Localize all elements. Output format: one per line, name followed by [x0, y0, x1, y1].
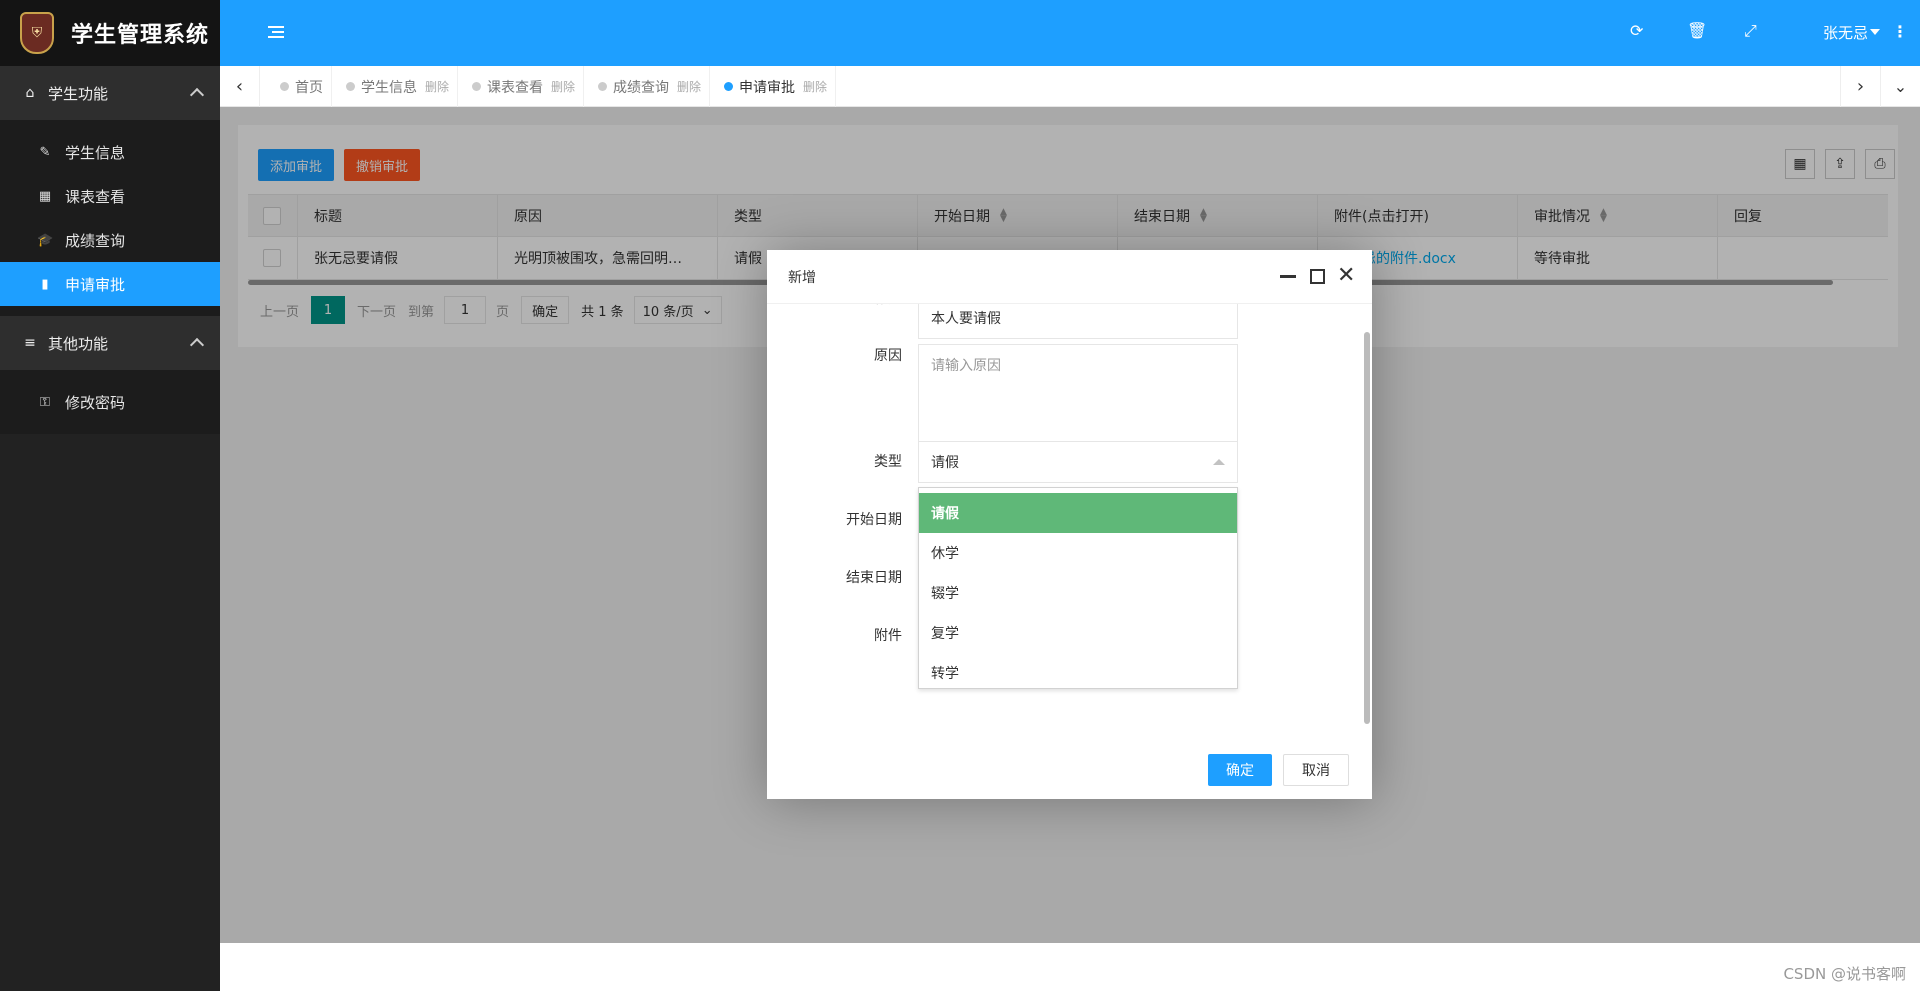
title-input[interactable]: 本人要请假: [918, 304, 1238, 339]
tab-student-info[interactable]: 学生信息 删除: [332, 66, 459, 107]
maximize-icon[interactable]: [1310, 269, 1325, 284]
watermark: CSDN @说书客啊: [1783, 965, 1906, 983]
close-icon[interactable]: ✕: [1337, 263, 1355, 288]
school-crest-icon: ⛨: [20, 12, 54, 54]
graduation-cap-icon: 🎓: [37, 232, 54, 248]
sidebar-item-label: 成绩查询: [65, 231, 126, 250]
end-date-label: 结束日期: [846, 570, 902, 586]
option-transfer[interactable]: 转学: [919, 653, 1237, 688]
tabs-bar: ‹ 首页 学生信息 删除 课表查看 删除 成绩查询 删除 申请审批 删除 › ⌄: [220, 66, 1920, 107]
tab-label: 学生信息: [361, 79, 417, 96]
dialog-scrollbar[interactable]: [1364, 332, 1370, 724]
tab-label: 首页: [295, 79, 323, 96]
fullscreen-icon[interactable]: ⤢: [1744, 21, 1757, 41]
option-dropout[interactable]: 辍学: [919, 573, 1237, 613]
option-resume[interactable]: 复学: [919, 613, 1237, 653]
sidebar-item-student-info[interactable]: ✎ 学生信息: [0, 130, 220, 174]
start-date-label: 开始日期: [846, 512, 902, 528]
book-icon: ▮: [41, 276, 49, 292]
sidebar: ⛨ 学生管理系统 ⌂ 学生功能 ✎ 学生信息 ▦ 课表查看 🎓 成绩查询 ▮ 申…: [0, 0, 220, 991]
caret-down-icon[interactable]: [1870, 29, 1880, 35]
dialog-footer: 确定 取消: [767, 734, 1372, 799]
menu-group-label: 其他功能: [48, 334, 109, 353]
user-name[interactable]: 张无忌: [1823, 22, 1868, 43]
menu-group-student[interactable]: ⌂ 学生功能: [0, 66, 220, 120]
trash-icon[interactable]: 🗑: [1687, 21, 1707, 40]
reason-placeholder: 请输入原因: [931, 358, 1001, 374]
app-title: 学生管理系统: [71, 23, 210, 48]
menu-group-label: 学生功能: [48, 84, 109, 103]
option-suspend[interactable]: 休学: [919, 533, 1237, 573]
tab-close[interactable]: 删除: [677, 78, 701, 95]
tab-close[interactable]: 删除: [551, 78, 575, 95]
tab-close[interactable]: 删除: [803, 78, 827, 95]
reason-textarea[interactable]: 请输入原因: [918, 344, 1238, 454]
chevron-right-icon[interactable]: ›: [1840, 66, 1880, 107]
tab-dot: [280, 82, 289, 91]
tab-close[interactable]: 删除: [425, 78, 449, 95]
footer: [220, 943, 1920, 991]
chevron-up-icon: [189, 87, 205, 103]
type-select[interactable]: 请假: [918, 441, 1238, 483]
sidebar-item-timetable[interactable]: ▦ 课表查看: [0, 174, 220, 218]
home-icon: ⌂: [25, 85, 35, 101]
tab-grades[interactable]: 成绩查询 删除: [584, 66, 711, 107]
more-icon[interactable]: ⋮: [1892, 22, 1908, 41]
type-label: 类型: [874, 454, 902, 470]
list-icon: ≡: [24, 335, 36, 351]
tab-list: 首页 学生信息 删除 课表查看 删除 成绩查询 删除 申请审批 删除: [266, 66, 837, 107]
tab-dot: [724, 82, 734, 91]
confirm-button[interactable]: 确定: [1208, 754, 1272, 786]
refresh-icon[interactable]: ⟳: [1630, 21, 1643, 40]
add-dialog: 新增 ✕ 标题 本人要请假 原因 请输入原因 类型 请假 开始日期 结束日期 附…: [767, 250, 1372, 799]
chevron-left-icon[interactable]: ‹: [220, 66, 260, 107]
tab-approval[interactable]: 申请审批 删除: [710, 66, 837, 107]
top-header: ⟳ 🗑 ⤢ 张无忌 ⋮: [220, 0, 1920, 66]
logo-bar: ⛨ 学生管理系统: [0, 0, 220, 66]
sidebar-item-label: 课表查看: [65, 187, 126, 206]
tab-home[interactable]: 首页: [266, 66, 332, 107]
tab-timetable[interactable]: 课表查看 删除: [458, 66, 585, 107]
tab-dot: [598, 82, 608, 91]
menu-group-other[interactable]: ≡ 其他功能: [0, 316, 220, 370]
sidebar-item-label: 修改密码: [65, 393, 126, 412]
sidebar-toggle-icon[interactable]: [268, 26, 284, 41]
minimize-icon[interactable]: [1280, 275, 1296, 278]
chevron-down-icon[interactable]: ⌄: [1880, 66, 1920, 107]
table-icon: ▦: [38, 188, 52, 204]
sidebar-item-approval[interactable]: ▮ 申请审批: [0, 262, 220, 306]
tab-label: 申请审批: [739, 79, 796, 96]
key-icon: ⚿: [40, 394, 50, 410]
submenu-student: ✎ 学生信息 ▦ 课表查看 🎓 成绩查询 ▮ 申请审批: [0, 120, 220, 316]
tab-dot: [472, 82, 482, 91]
dialog-title: 新增: [788, 269, 816, 286]
reason-label: 原因: [874, 348, 902, 364]
pencil-icon: ✎: [39, 144, 51, 160]
chevron-up-icon: [189, 337, 205, 353]
tab-dot: [346, 82, 355, 91]
sidebar-item-label: 学生信息: [65, 143, 126, 162]
cancel-button[interactable]: 取消: [1283, 754, 1349, 786]
dialog-body: 标题 本人要请假 原因 请输入原因 类型 请假 开始日期 结束日期 附件 请假 …: [767, 304, 1372, 734]
sidebar-item-label: 申请审批: [65, 275, 126, 294]
sidebar-item-grades[interactable]: 🎓 成绩查询: [0, 218, 220, 262]
title-label: 标题: [767, 304, 902, 308]
attachment-label: 附件: [874, 628, 902, 644]
type-select-value: 请假: [931, 455, 959, 471]
caret-up-icon: [1213, 459, 1225, 465]
tab-label: 成绩查询: [613, 79, 670, 96]
sidebar-item-change-password[interactable]: ⚿ 修改密码: [0, 380, 220, 424]
option-leave[interactable]: 请假: [919, 493, 1237, 533]
tab-label: 课表查看: [487, 79, 544, 96]
type-dropdown: 请假 休学 辍学 复学 转学: [918, 487, 1238, 689]
submenu-other: ⚿ 修改密码: [0, 370, 220, 434]
